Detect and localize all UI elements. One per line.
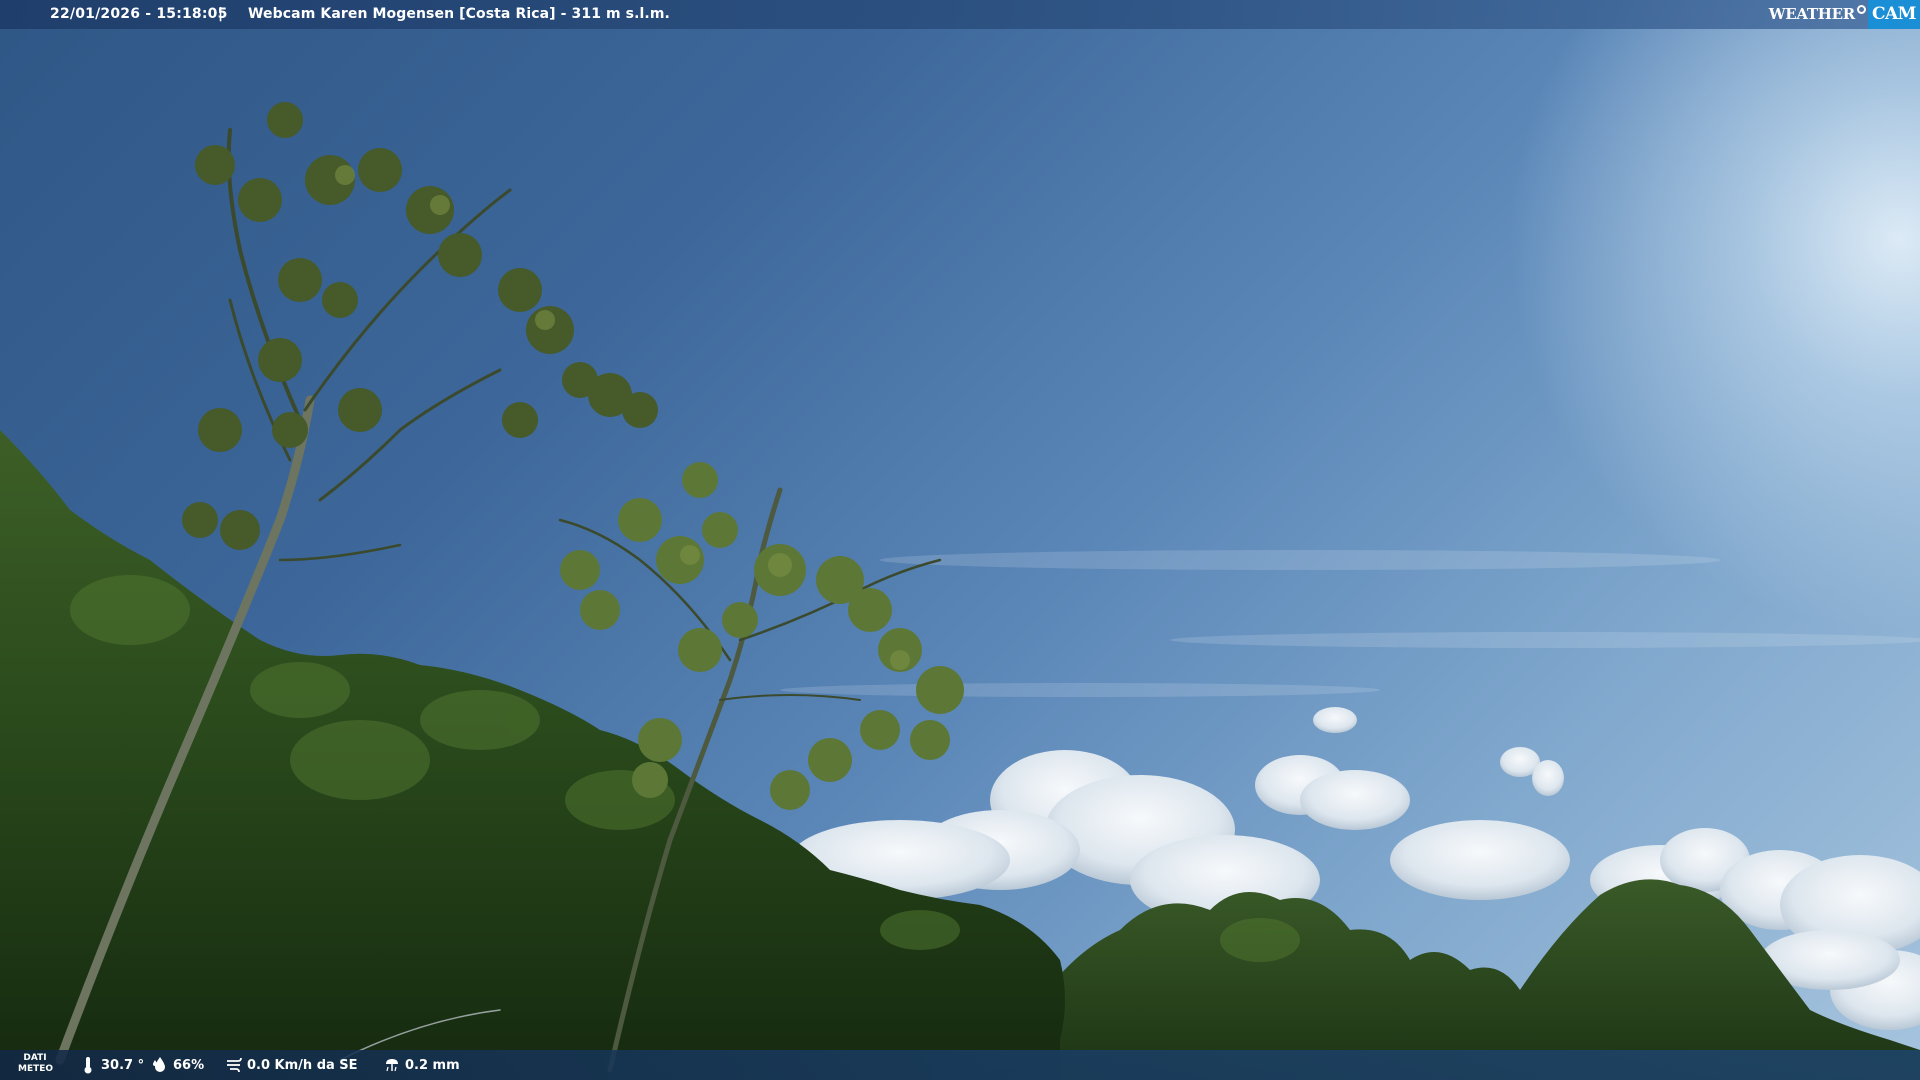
weather-label-line2: METEO [18, 1064, 54, 1074]
webcam-header-bar: 22/01/2026 - 15:18:05 | Webcam Karen Mog… [0, 0, 1920, 29]
weather-label-line1: DATI [23, 1053, 47, 1063]
rain-value: 0.2 mm [405, 1057, 460, 1073]
temperature-readout: 30.7 ° [80, 1050, 144, 1080]
wind-value: 0.0 Km/h da SE [247, 1057, 358, 1073]
webcam-scene [0, 102, 1920, 1080]
weathercam-logo[interactable]: WEATHER CAM [1769, 0, 1920, 29]
weather-data-label: DATI METEO [18, 1053, 54, 1075]
humidity-drop-icon [153, 1057, 165, 1072]
weather-data-bar: DATI METEO 30.7 ° 66% 0.0 Km/h da SE 0.2… [0, 1050, 1920, 1080]
rain-readout: 0.2 mm [384, 1050, 460, 1080]
logo-ring-icon [1856, 5, 1866, 14]
humidity-readout: 66% [152, 1050, 204, 1080]
humidity-value: 66% [173, 1057, 205, 1073]
logo-word: WEATHER [1768, 5, 1856, 23]
thermometer-icon [84, 1057, 92, 1074]
temperature-value: 30.7 ° [101, 1057, 145, 1073]
webcam-title: Webcam Karen Mogensen [Costa Rica] - 311… [248, 6, 670, 22]
webcam-viewer: 22/01/2026 - 15:18:05 | Webcam Karen Mog… [0, 0, 1920, 1080]
logo-cam: CAM [1867, 0, 1920, 29]
wind-readout: 0.0 Km/h da SE [226, 1050, 358, 1080]
wind-icon [227, 1057, 242, 1073]
rain-icon [386, 1059, 398, 1072]
forest-left [0, 430, 1065, 1080]
header-separator: | [218, 6, 224, 22]
capture-datetime: 22/01/2026 - 15:18:05 [50, 6, 228, 22]
